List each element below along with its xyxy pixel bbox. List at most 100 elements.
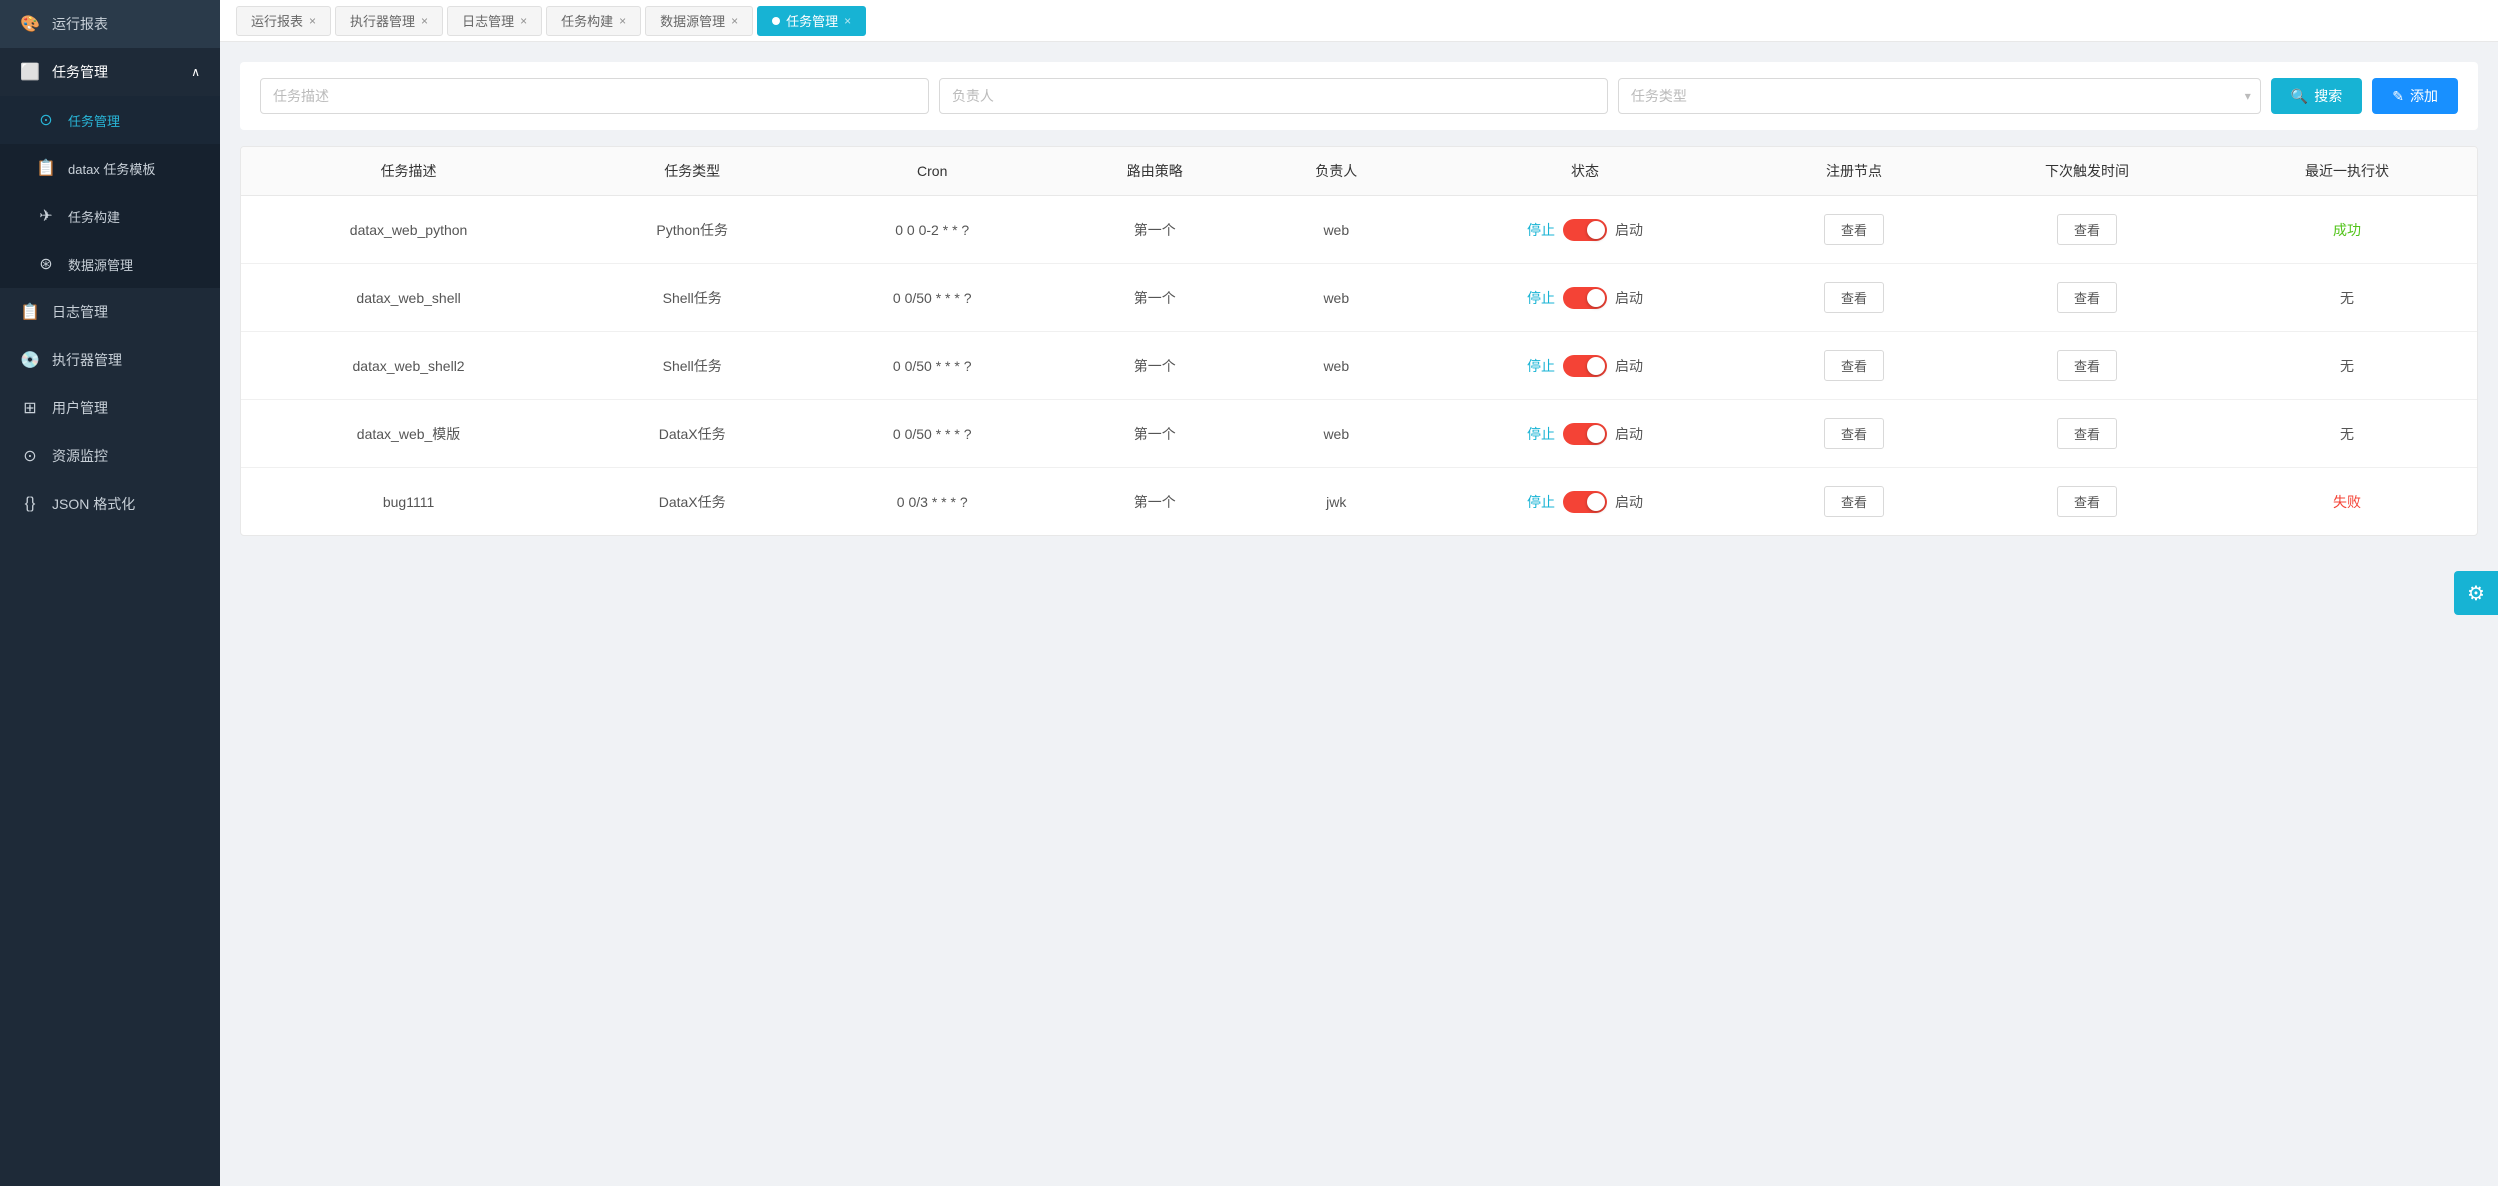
sidebar-item-label: datax 任务模板 [68, 159, 155, 178]
col-header-desc: 任务描述 [241, 147, 576, 196]
status-toggle[interactable] [1563, 287, 1607, 309]
cell-cron: 0 0/50 * * * ? [808, 264, 1056, 332]
sidebar-item-label: 用户管理 [52, 398, 108, 418]
tab-log[interactable]: 日志管理 × [447, 6, 542, 36]
stop-button[interactable]: 停止 [1527, 356, 1555, 376]
search-bar: 任务类型 ▾ 🔍 搜索 ✎ 添加 [240, 62, 2478, 130]
stop-button[interactable]: 停止 [1527, 492, 1555, 512]
cell-next-trigger: 查看 [1957, 332, 2217, 400]
tab-executor[interactable]: 执行器管理 × [335, 6, 443, 36]
add-icon: ✎ [2392, 88, 2404, 105]
cell-desc: datax_web_模版 [241, 400, 576, 468]
col-header-next-trigger: 下次触发时间 [1957, 147, 2217, 196]
stop-button[interactable]: 停止 [1527, 424, 1555, 444]
close-icon[interactable]: × [421, 14, 428, 28]
cell-last-status: 失败 [2217, 468, 2477, 536]
cell-desc: datax_web_shell [241, 264, 576, 332]
sidebar-item-user-mgmt[interactable]: ⊞ 用户管理 [0, 384, 220, 432]
sidebar-item-datasource[interactable]: ⊛ 数据源管理 [0, 240, 220, 288]
reg-node-view-btn[interactable]: 查看 [1824, 214, 1884, 245]
next-trigger-view-btn[interactable]: 查看 [2057, 282, 2117, 313]
task-build-icon: ✈ [36, 206, 56, 226]
sidebar-item-task-manage[interactable]: ⊙ 任务管理 [0, 96, 220, 144]
reg-node-view-btn[interactable]: 查看 [1824, 418, 1884, 449]
table-row: datax_web_模版 DataX任务 0 0/50 * * * ? 第一个 … [241, 400, 2477, 468]
datasource-icon: ⊛ [36, 254, 56, 274]
sidebar-item-task-build[interactable]: ✈ 任务构建 [0, 192, 220, 240]
status-toggle[interactable] [1563, 219, 1607, 241]
sidebar-item-label: 任务管理 [68, 111, 120, 130]
cell-next-trigger: 查看 [1957, 400, 2217, 468]
reg-node-view-btn[interactable]: 查看 [1824, 486, 1884, 517]
tab-task-mgmt[interactable]: 任务管理 × [757, 6, 866, 36]
col-header-reg-node: 注册节点 [1751, 147, 1957, 196]
table-row: bug1111 DataX任务 0 0/3 * * * ? 第一个 jwk 停止… [241, 468, 2477, 536]
cell-next-trigger: 查看 [1957, 468, 2217, 536]
sidebar-item-log-mgmt[interactable]: 📋 日志管理 [0, 288, 220, 336]
cell-next-trigger: 查看 [1957, 264, 2217, 332]
cell-type: Shell任务 [576, 264, 808, 332]
status-toggle[interactable] [1563, 355, 1607, 377]
next-trigger-view-btn[interactable]: 查看 [2057, 214, 2117, 245]
search-button[interactable]: 🔍 搜索 [2271, 78, 2362, 114]
datax-template-icon: 📋 [36, 158, 56, 178]
task-type-select[interactable]: 任务类型 [1618, 78, 2261, 114]
table-header-row: 任务描述 任务类型 Cron 路由策略 负责人 状态 注册节点 下次触发时间 最… [241, 147, 2477, 196]
close-icon[interactable]: × [844, 14, 851, 28]
tab-label: 执行器管理 [350, 11, 415, 30]
sidebar-item-datax-template[interactable]: 📋 datax 任务模板 [0, 144, 220, 192]
tab-datasource[interactable]: 数据源管理 × [645, 6, 753, 36]
report-icon: 🎨 [20, 14, 40, 34]
gear-icon: ⚙ [2467, 581, 2485, 606]
sidebar-item-resource-monitor[interactable]: ⊙ 资源监控 [0, 432, 220, 480]
sidebar-item-label: 任务构建 [68, 207, 120, 226]
cell-type: Shell任务 [576, 332, 808, 400]
chevron-up-icon: ∧ [191, 65, 200, 79]
task-desc-input[interactable] [260, 78, 929, 114]
task-mgmt-icon: ⬜ [20, 62, 40, 82]
add-btn-label: 添加 [2410, 86, 2438, 106]
status-toggle[interactable] [1563, 491, 1607, 513]
cell-type: Python任务 [576, 196, 808, 264]
reg-node-view-btn[interactable]: 查看 [1824, 350, 1884, 381]
tab-report[interactable]: 运行报表 × [236, 6, 331, 36]
table-row: datax_web_shell Shell任务 0 0/50 * * * ? 第… [241, 264, 2477, 332]
close-icon[interactable]: × [731, 14, 738, 28]
cell-last-status: 无 [2217, 332, 2477, 400]
sidebar-item-report[interactable]: 🎨 运行报表 [0, 0, 220, 48]
cell-owner: web [1253, 264, 1419, 332]
task-mgmt-submenu: ⊙ 任务管理 📋 datax 任务模板 ✈ 任务构建 ⊛ 数据源管理 [0, 96, 220, 288]
close-icon[interactable]: × [619, 14, 626, 28]
add-button[interactable]: ✎ 添加 [2372, 78, 2458, 114]
cell-route: 第一个 [1056, 196, 1253, 264]
active-dot [772, 17, 780, 25]
next-trigger-view-btn[interactable]: 查看 [2057, 486, 2117, 517]
stop-button[interactable]: 停止 [1527, 288, 1555, 308]
sidebar-item-label: 日志管理 [52, 302, 108, 322]
sidebar-item-label: 执行器管理 [52, 350, 122, 370]
sidebar-item-json-format[interactable]: {} JSON 格式化 [0, 480, 220, 528]
sidebar-item-task-mgmt[interactable]: ⬜ 任务管理 ∧ [0, 48, 220, 96]
status-toggle[interactable] [1563, 423, 1607, 445]
stop-button[interactable]: 停止 [1527, 220, 1555, 240]
cell-cron: 0 0 0-2 * * ? [808, 196, 1056, 264]
reg-node-view-btn[interactable]: 查看 [1824, 282, 1884, 313]
cell-last-status: 成功 [2217, 196, 2477, 264]
gear-float-button[interactable]: ⚙ [2454, 571, 2498, 615]
close-icon[interactable]: × [309, 14, 316, 28]
cell-route: 第一个 [1056, 264, 1253, 332]
tab-task-build[interactable]: 任务构建 × [546, 6, 641, 36]
sidebar-item-label: 数据源管理 [68, 255, 133, 274]
cell-cron: 0 0/50 * * * ? [808, 400, 1056, 468]
search-icon: 🔍 [2291, 88, 2308, 105]
sidebar-item-executor-mgmt[interactable]: 💿 执行器管理 [0, 336, 220, 384]
close-icon[interactable]: × [520, 14, 527, 28]
cell-owner: web [1253, 196, 1419, 264]
tab-label: 任务管理 [786, 11, 838, 30]
owner-input[interactable] [939, 78, 1608, 114]
start-label: 启动 [1615, 492, 1643, 512]
cell-status: 停止 启动 [1419, 264, 1751, 332]
next-trigger-view-btn[interactable]: 查看 [2057, 350, 2117, 381]
cell-owner: jwk [1253, 468, 1419, 536]
next-trigger-view-btn[interactable]: 查看 [2057, 418, 2117, 449]
